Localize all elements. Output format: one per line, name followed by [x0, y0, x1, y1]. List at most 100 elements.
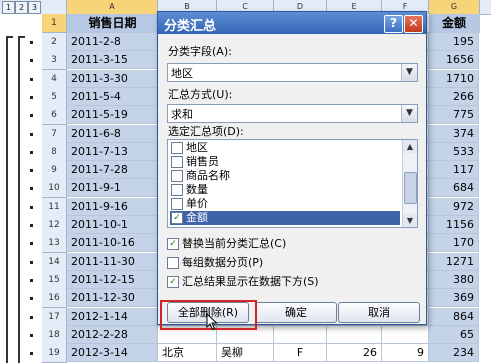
list-item[interactable]: 地区 [170, 141, 400, 155]
help-icon[interactable]: ? [384, 15, 403, 33]
dropdown-arrow-icon[interactable]: ▼ [401, 64, 417, 81]
list-item[interactable]: 单价 [170, 197, 400, 211]
amount-cell[interactable]: 1710 [429, 70, 479, 88]
amount-cell[interactable]: 170 [429, 234, 479, 252]
list-scrollbar[interactable]: ▲ ▼ [402, 140, 417, 227]
list-item[interactable]: 销售员 [170, 155, 400, 169]
date-cell[interactable]: 2011-5-4 [67, 88, 158, 106]
cell-e[interactable]: 26 [327, 344, 382, 362]
amount-cell[interactable]: 972 [429, 198, 479, 216]
amount-cell[interactable]: 65 [429, 326, 479, 344]
date-cell[interactable]: 2011-2-8 [67, 33, 158, 51]
amount-cell[interactable]: 775 [429, 106, 479, 124]
header-cell-amount[interactable]: 金额 [429, 14, 480, 33]
cancel-button[interactable]: 取消 [338, 302, 420, 323]
row-header[interactable]: 13 [42, 234, 67, 253]
date-cell[interactable]: 2011-3-30 [67, 70, 158, 88]
row-header[interactable]: 14 [42, 253, 67, 272]
scroll-arrow-icon[interactable]: ▲ [403, 140, 417, 153]
cell-f[interactable]: 9 [382, 344, 429, 362]
scroll-arrow-icon[interactable]: ▼ [403, 214, 417, 227]
row-header[interactable]: 3 [42, 51, 67, 70]
level-3-button[interactable]: 3 [28, 1, 41, 14]
row-header[interactable]: 9 [42, 161, 67, 180]
checkbox-icon[interactable] [171, 184, 183, 196]
date-cell[interactable]: 2012-3-14 [67, 344, 158, 362]
row-header[interactable]: 16 [42, 289, 67, 308]
checkbox-icon[interactable]: ✓ [167, 238, 179, 250]
amount-cell[interactable]: 374 [429, 125, 479, 143]
date-cell[interactable]: 2011-12-15 [67, 271, 158, 289]
date-cell[interactable]: 2012-1-14 [67, 308, 158, 326]
column-header-a[interactable]: A [67, 0, 158, 14]
row-header[interactable]: 8 [42, 143, 67, 162]
cell-f[interactable] [382, 326, 429, 344]
date-cell[interactable]: 2011-3-15 [67, 51, 158, 69]
checkbox-icon[interactable] [171, 198, 183, 210]
amount-cell[interactable]: 380 [429, 271, 479, 289]
amount-cell[interactable]: 533 [429, 143, 479, 161]
row-header[interactable]: 4 [42, 70, 67, 89]
date-cell[interactable]: 2011-9-16 [67, 198, 158, 216]
row-header[interactable]: 10 [42, 179, 67, 198]
cell-d[interactable]: F [274, 344, 327, 362]
amount-cell[interactable]: 117 [429, 161, 479, 179]
list-item[interactable]: 数量 [170, 183, 400, 197]
amount-cell[interactable]: 1156 [429, 216, 479, 234]
amount-cell[interactable]: 369 [429, 289, 479, 307]
close-icon[interactable]: ✕ [404, 15, 423, 33]
checkbox-icon[interactable]: ✓ [171, 212, 183, 224]
group-field-select[interactable]: 地区 ▼ [167, 63, 418, 82]
row-header[interactable]: 17 [42, 308, 67, 327]
list-item[interactable]: ✓ 金额 [170, 211, 400, 225]
checkbox-icon[interactable] [171, 156, 183, 168]
select-all-corner[interactable] [42, 0, 67, 14]
row-header[interactable]: 15 [42, 271, 67, 290]
amount-cell[interactable]: 234 [429, 344, 479, 362]
list-item[interactable]: 商品名称 [170, 169, 400, 183]
checkbox-icon[interactable] [171, 170, 183, 182]
date-cell[interactable]: 2011-12-30 [67, 289, 158, 307]
level-2-button[interactable]: 2 [15, 1, 28, 14]
subtotal-items-list[interactable]: 地区 销售员 商品名称 数量 单价 ✓ 金额 ▲ ▼ [167, 139, 418, 228]
amount-cell[interactable]: 1656 [429, 51, 479, 69]
date-cell[interactable]: 2011-9-1 [67, 179, 158, 197]
date-cell[interactable]: 2011-10-1 [67, 216, 158, 234]
date-cell[interactable]: 2012-2-28 [67, 326, 158, 344]
dialog-titlebar[interactable]: 分类汇总 ? ✕ [158, 12, 426, 34]
date-cell[interactable]: 2011-6-8 [67, 125, 158, 143]
row-header[interactable]: 18 [42, 326, 67, 345]
column-header-g[interactable]: G [429, 0, 480, 14]
dropdown-arrow-icon[interactable]: ▼ [401, 105, 417, 122]
cell-b[interactable]: 北京 [158, 344, 217, 362]
function-select[interactable]: 求和 ▼ [167, 104, 418, 123]
level-1-button[interactable]: 1 [2, 1, 15, 14]
amount-cell[interactable]: 1271 [429, 253, 479, 271]
cell-d[interactable] [274, 326, 327, 344]
amount-cell[interactable]: 864 [429, 308, 479, 326]
checkbox-icon[interactable] [171, 142, 183, 154]
date-cell[interactable]: 2011-7-28 [67, 161, 158, 179]
date-cell[interactable]: 2011-7-13 [67, 143, 158, 161]
header-cell-sales-date[interactable]: 销售日期 [67, 14, 159, 33]
row-header[interactable]: 5 [42, 88, 67, 107]
row-header[interactable]: 6 [42, 106, 67, 125]
amount-cell[interactable]: 266 [429, 88, 479, 106]
row-header[interactable]: 1 [42, 14, 67, 33]
cell-e[interactable] [327, 326, 382, 344]
checkbox-icon[interactable]: ✓ [167, 276, 179, 288]
row-header[interactable]: 12 [42, 216, 67, 235]
row-header[interactable]: 11 [42, 198, 67, 217]
checkbox-icon[interactable] [167, 257, 179, 269]
amount-cell[interactable]: 684 [429, 179, 479, 197]
date-cell[interactable]: 2011-5-19 [67, 106, 158, 124]
date-cell[interactable]: 2011-10-16 [67, 234, 158, 252]
amount-cell[interactable]: 195 [429, 33, 479, 51]
row-header[interactable]: 7 [42, 125, 67, 144]
scroll-thumb[interactable] [404, 172, 417, 204]
date-cell[interactable]: 2011-11-30 [67, 253, 158, 271]
cell-c[interactable]: 吴柳 [217, 344, 274, 362]
row-header[interactable]: 19 [42, 344, 67, 363]
row-header[interactable]: 2 [42, 33, 67, 52]
ok-button[interactable]: 确定 [255, 302, 337, 323]
